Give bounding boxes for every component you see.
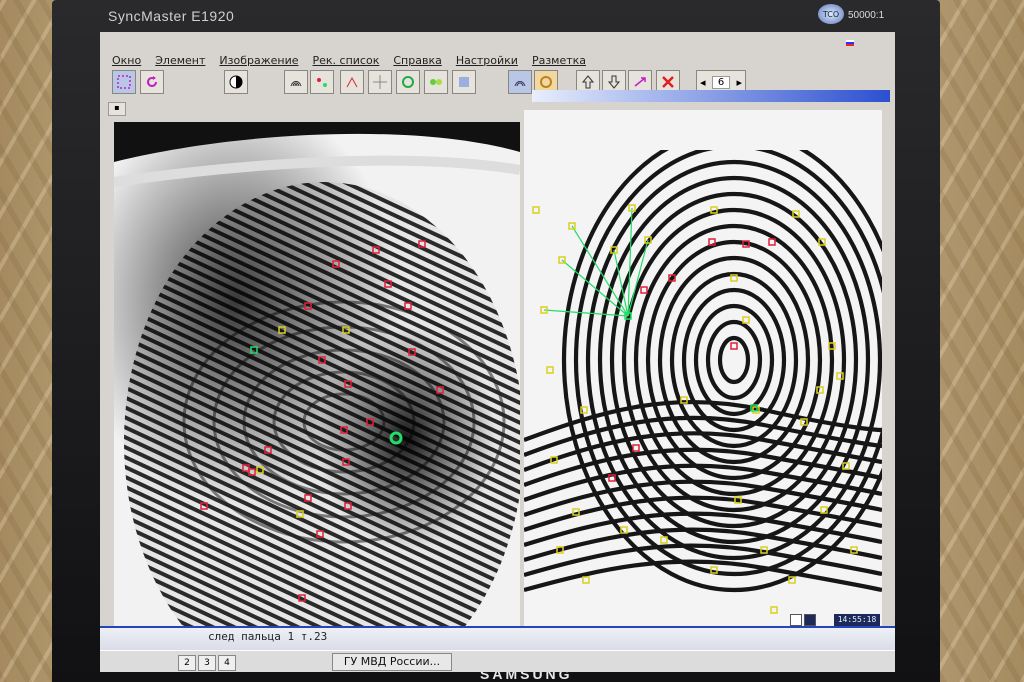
prev-page-icon[interactable]: ◂ bbox=[700, 76, 706, 89]
target-icon[interactable] bbox=[396, 70, 420, 94]
contrast-icon[interactable] bbox=[224, 70, 248, 94]
screen: Окно Элемент Изображение Рек. список Спр… bbox=[100, 32, 895, 672]
status-indicator bbox=[790, 614, 802, 626]
menu-markup[interactable]: Разметка bbox=[532, 54, 586, 67]
fingerprint-filter-icon[interactable] bbox=[284, 70, 308, 94]
reference-print-pane[interactable] bbox=[524, 110, 882, 630]
minutiae-red-icon[interactable] bbox=[310, 70, 334, 94]
crosshair-icon[interactable] bbox=[368, 70, 392, 94]
taskbar-tab[interactable]: 2 bbox=[178, 655, 196, 671]
pair-icon[interactable] bbox=[424, 70, 448, 94]
status-indicator bbox=[804, 614, 816, 626]
minutiae-link-icon[interactable] bbox=[340, 70, 364, 94]
rotate-icon[interactable] bbox=[140, 70, 164, 94]
tco-badge-icon: TCO bbox=[818, 4, 844, 24]
menu-help[interactable]: Справка bbox=[393, 54, 441, 67]
status-bar: след пальца 1 т.23 bbox=[100, 626, 895, 652]
clock: 14:55:18 bbox=[834, 614, 880, 626]
pane-toggle-icon[interactable]: ▪ bbox=[108, 102, 126, 116]
menu-rec-list[interactable]: Рек. список bbox=[313, 54, 380, 67]
next-page-icon[interactable]: ▸ bbox=[736, 76, 742, 89]
layer-icon[interactable] bbox=[452, 70, 476, 94]
taskbar-tabs: 2 3 4 bbox=[178, 655, 236, 671]
monitor-model: SyncMaster E1920 bbox=[108, 8, 235, 24]
taskbar-tab[interactable]: 3 bbox=[198, 655, 216, 671]
contrast-label: 50000:1 bbox=[848, 10, 885, 21]
status-text: след пальца 1 т.23 bbox=[208, 630, 328, 643]
page-number[interactable]: 6 bbox=[711, 75, 731, 89]
reference-print-image bbox=[524, 110, 882, 630]
language-flag-icon[interactable] bbox=[846, 40, 854, 46]
menu-element[interactable]: Элемент bbox=[155, 54, 205, 67]
select-region-icon[interactable] bbox=[112, 70, 136, 94]
taskbar-app-button[interactable]: ГУ МВД России... bbox=[332, 653, 452, 671]
pane-title-bar bbox=[532, 90, 890, 102]
latent-print-pane[interactable] bbox=[114, 122, 520, 632]
taskbar-tab[interactable]: 4 bbox=[218, 655, 236, 671]
menu-image[interactable]: Изображение bbox=[219, 54, 298, 67]
menu-bar: Окно Элемент Изображение Рек. список Спр… bbox=[100, 51, 895, 69]
fingerprint-view-icon[interactable] bbox=[508, 70, 532, 94]
menu-settings[interactable]: Настройки bbox=[456, 54, 518, 67]
menu-window[interactable]: Окно bbox=[112, 54, 141, 67]
latent-print-image bbox=[114, 122, 520, 632]
taskbar: 2 3 4 ГУ МВД России... bbox=[100, 650, 895, 672]
